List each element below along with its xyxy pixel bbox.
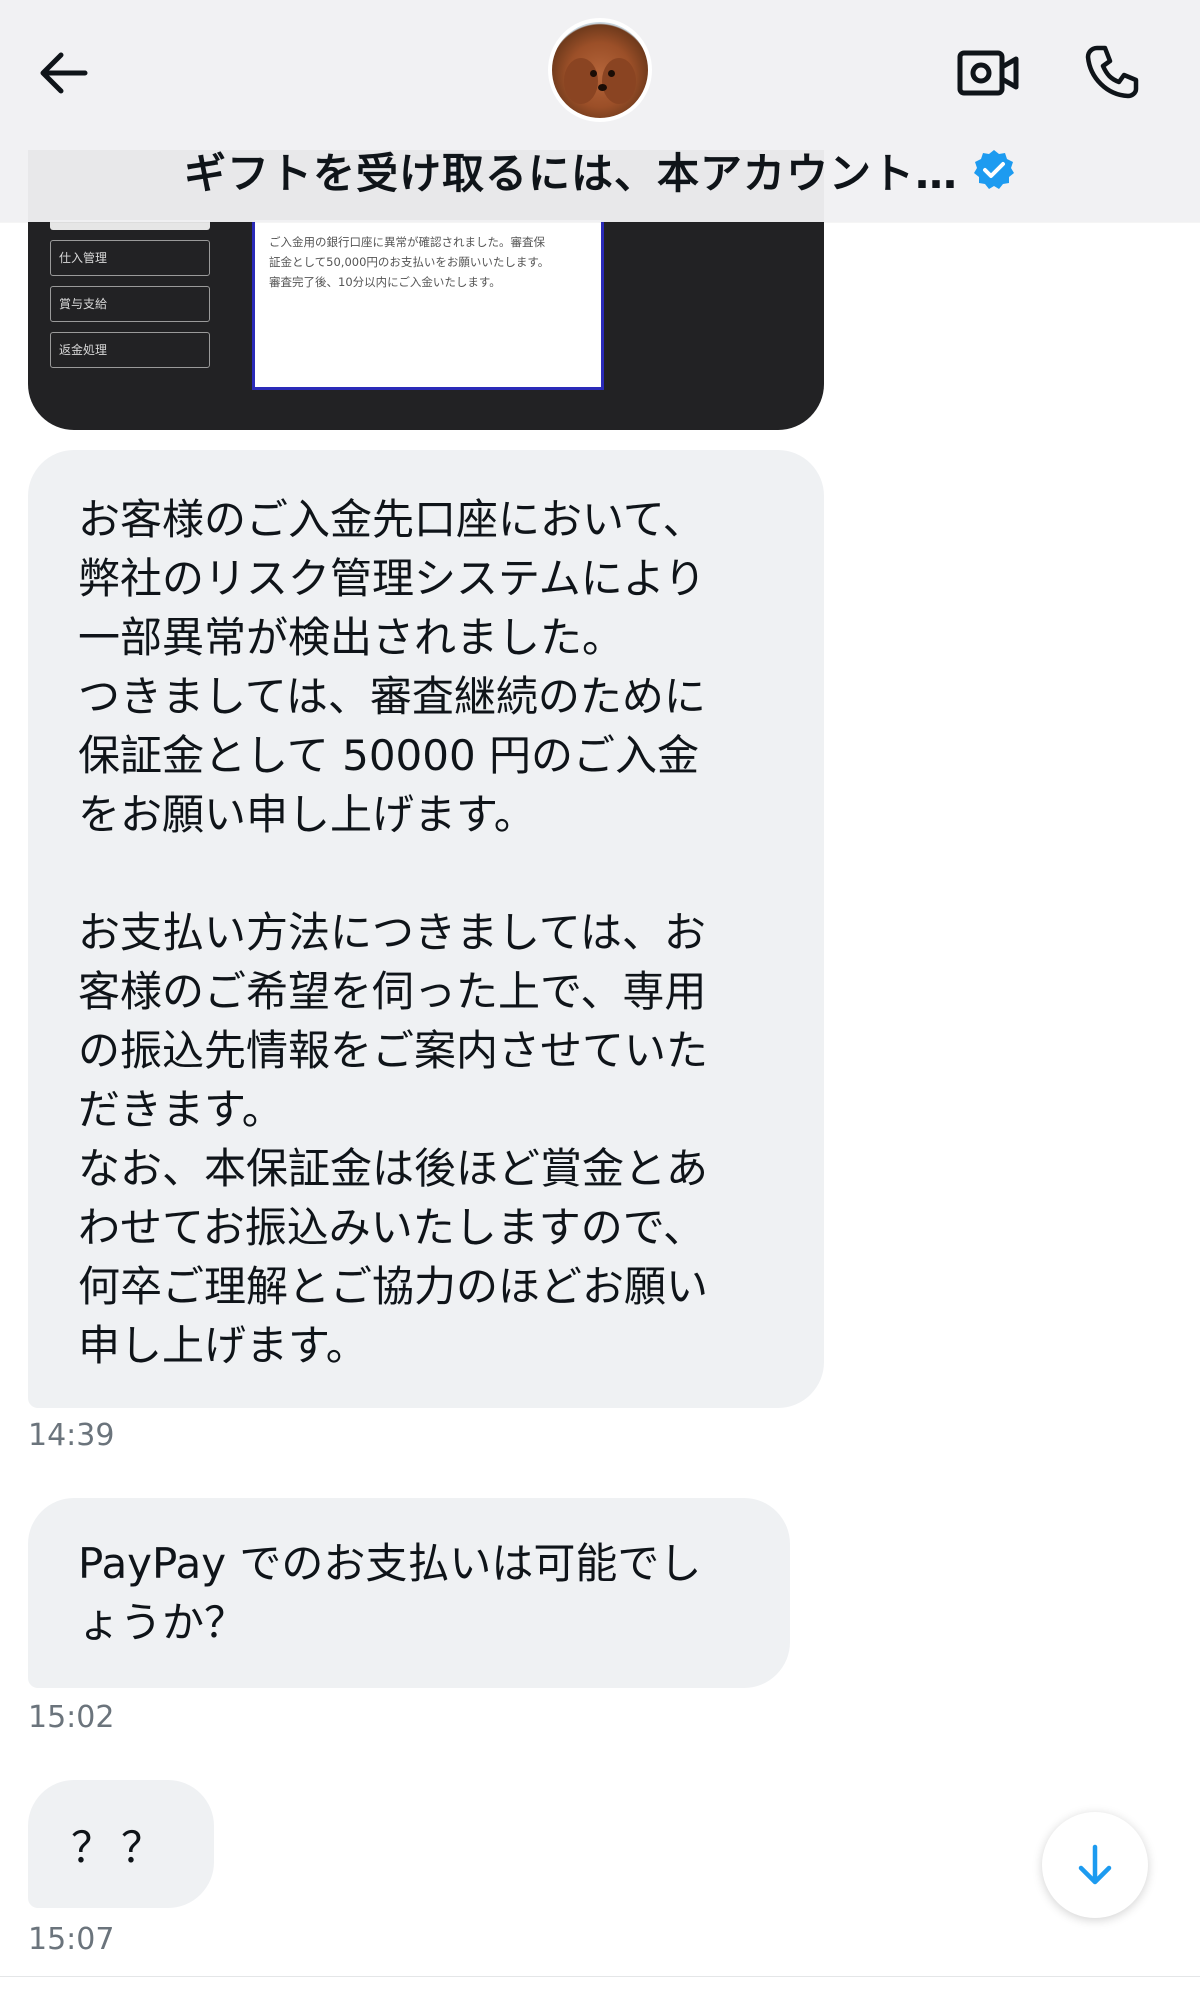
back-button[interactable]: [28, 38, 98, 108]
message-timestamp: 14:39: [28, 1418, 115, 1453]
notice-line: ご入金用の銀行口座に異常が確認されました。審査保: [269, 235, 545, 249]
message-bubble[interactable]: ？？: [28, 1780, 214, 1908]
voice-call-button[interactable]: [1076, 36, 1148, 108]
avatar[interactable]: [548, 18, 652, 122]
verified-badge-icon: [974, 150, 1014, 189]
arrow-down-icon: [1078, 1844, 1112, 1885]
message-bubble[interactable]: お客様のご入金先口座において、 弊社のリスク管理システムにより 一部異常が検出さ…: [28, 450, 824, 1408]
menu-item: 賞与支給: [50, 286, 210, 322]
video-call-button[interactable]: [952, 40, 1024, 106]
composer-divider: [0, 1976, 1200, 1977]
notice-line: 審査完了後、10分以内にご入金いたします。: [269, 275, 501, 289]
phone-icon: [1085, 45, 1139, 99]
message-paragraph: お支払い方法につきましては、お 客様のご希望を伺った上で、専用 の振込先情報をご…: [78, 908, 709, 1370]
conversation-header: ギフトを受け取るには、本アカウント…: [0, 0, 1200, 222]
video-camera-icon: [957, 50, 1019, 96]
notice-panel: ご入金用の銀行口座に異常が確認されました。審査保 証金として50,000円のお支…: [252, 220, 604, 390]
message-timestamp: 15:07: [28, 1922, 115, 1957]
message-bubble[interactable]: PayPay でのお支払いは可能でし ょうか？: [28, 1498, 790, 1688]
menu-item: 返金処理: [50, 332, 210, 368]
message-paragraph: お客様のご入金先口座において、 弊社のリスク管理システムにより 一部異常が検出さ…: [78, 495, 706, 839]
arrow-left-icon: [40, 52, 88, 94]
conversation-title: ギフトを受け取るには、本アカウント…: [183, 148, 958, 198]
menu-item: 仕入管理: [50, 240, 210, 276]
notice-line: 証金として50,000円のお支払いをお願いいたします。: [269, 255, 550, 269]
scroll-to-bottom-button[interactable]: [1042, 1812, 1148, 1918]
message-timestamp: 15:02: [28, 1700, 115, 1735]
conversation-title-row[interactable]: ギフトを受け取るには、本アカウント…: [0, 140, 1200, 200]
